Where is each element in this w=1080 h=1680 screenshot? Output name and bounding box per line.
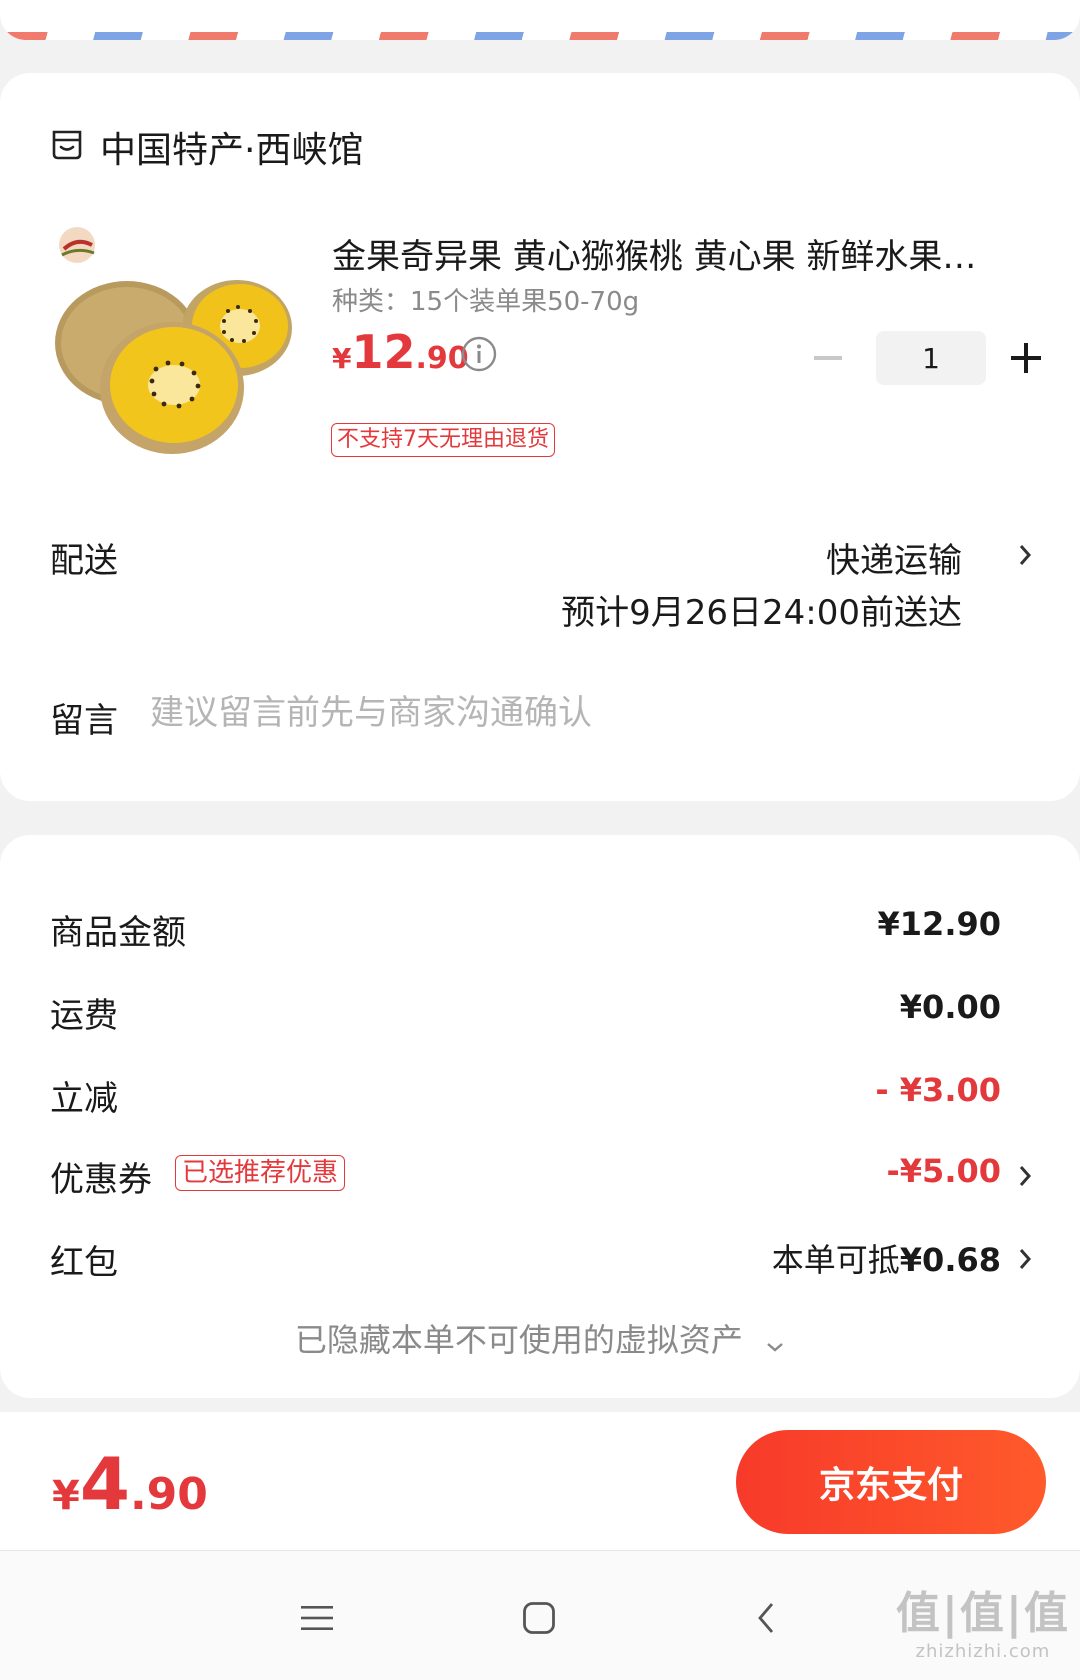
chevron-right-icon[interactable]: [1018, 1164, 1032, 1192]
message-input[interactable]: [150, 689, 1010, 737]
info-icon[interactable]: [461, 336, 497, 376]
chevron-right-icon[interactable]: [1018, 543, 1032, 571]
price-integer: 12: [351, 325, 416, 379]
increase-quantity-button[interactable]: [1008, 340, 1044, 376]
store-icon: [50, 128, 84, 166]
chevron-down-icon: [765, 1323, 785, 1361]
site-watermark: 值|值|值 zhizhizhi.com: [896, 1577, 1070, 1662]
quantity-stepper: 1: [810, 331, 1044, 385]
airmail-stripe: [0, 32, 1080, 40]
total-price: ¥ 4 .90: [52, 1442, 208, 1526]
shipping-label: 运费: [50, 996, 118, 1036]
jd-pay-button[interactable]: 京东支付: [736, 1430, 1046, 1534]
discount-value: - ¥3.00: [875, 1071, 1001, 1109]
menu-icon[interactable]: [292, 1593, 342, 1643]
redpack-label: 红包: [50, 1243, 118, 1283]
delivery-method[interactable]: 快递运输: [826, 533, 962, 582]
watermark-domain: zhizhizhi.com: [915, 1641, 1051, 1662]
total-decimal: .90: [129, 1469, 208, 1520]
goods-amount-row: 商品金额 ¥12.90: [0, 905, 1080, 955]
back-icon[interactable]: [741, 1593, 791, 1643]
product-spec[interactable]: 种类：15个装单果50-70g: [332, 281, 639, 318]
airmail-envelope-border: [0, 0, 1080, 40]
message-label: 留言: [50, 701, 118, 741]
delivery-eta: 预计9月26日24:00前送达: [561, 593, 962, 633]
checkout-bar: ¥ 4 .90 京东支付: [0, 1412, 1080, 1550]
goods-amount-value: ¥12.90: [877, 905, 1001, 943]
delivery-label: 配送: [50, 541, 118, 581]
quantity-value[interactable]: 1: [876, 331, 986, 385]
product-price: ¥ 12 .90: [332, 325, 469, 379]
redpack-row[interactable]: 红包 本单可抵¥0.68: [0, 1235, 1080, 1285]
no-return-badge: 不支持7天无理由退货: [331, 423, 555, 457]
redpack-amount: ¥0.68: [899, 1241, 1001, 1279]
discount-row: 立减 - ¥3.00: [0, 1071, 1080, 1121]
order-item-card: 中国特产·西峡馆 金果奇异果 黄心猕猴桃 黄心果 新鲜水果… 种类：15个装单果…: [0, 73, 1080, 801]
discount-label: 立减: [50, 1079, 118, 1119]
price-summary-card: 商品金额 ¥12.90 运费 ¥0.00 立减 - ¥3.00 优惠券 已选推荐…: [0, 835, 1080, 1398]
price-currency: ¥: [332, 342, 352, 375]
kiwi-fruit-image[interactable]: [52, 223, 302, 473]
redpack-prefix: 本单可抵: [771, 1241, 900, 1279]
shop-name: 中国特产·西峡馆: [100, 130, 364, 171]
hidden-assets-toggle[interactable]: 已隐藏本单不可使用的虚拟资产: [0, 1315, 1080, 1361]
coupon-value: -¥5.00: [886, 1152, 1002, 1190]
product-title[interactable]: 金果奇异果 黄心猕猴桃 黄心果 新鲜水果…: [332, 229, 1012, 278]
system-nav-bar: 值|值|值 zhizhizhi.com: [0, 1551, 1080, 1680]
goods-amount-label: 商品金额: [50, 913, 186, 953]
total-integer: 4: [79, 1442, 130, 1526]
shipping-value: ¥0.00: [899, 988, 1001, 1026]
total-currency: ¥: [52, 1473, 80, 1519]
hidden-assets-text: 已隐藏本单不可使用的虚拟资产: [294, 1321, 743, 1359]
chevron-right-icon[interactable]: [1018, 1247, 1032, 1275]
watermark-main: 值|值|值: [895, 1588, 1070, 1639]
home-icon[interactable]: [514, 1593, 564, 1643]
coupon-row[interactable]: 优惠券 已选推荐优惠 -¥5.00: [0, 1152, 1080, 1202]
shipping-row: 运费 ¥0.00: [0, 988, 1080, 1038]
redpack-value: 本单可抵¥0.68: [772, 1235, 1001, 1281]
shop-row[interactable]: 中国特产·西峡馆: [50, 121, 363, 173]
decrease-quantity-button[interactable]: [810, 340, 846, 376]
coupon-badge: 已选推荐优惠: [175, 1155, 346, 1191]
coupon-label: 优惠券: [50, 1160, 152, 1200]
